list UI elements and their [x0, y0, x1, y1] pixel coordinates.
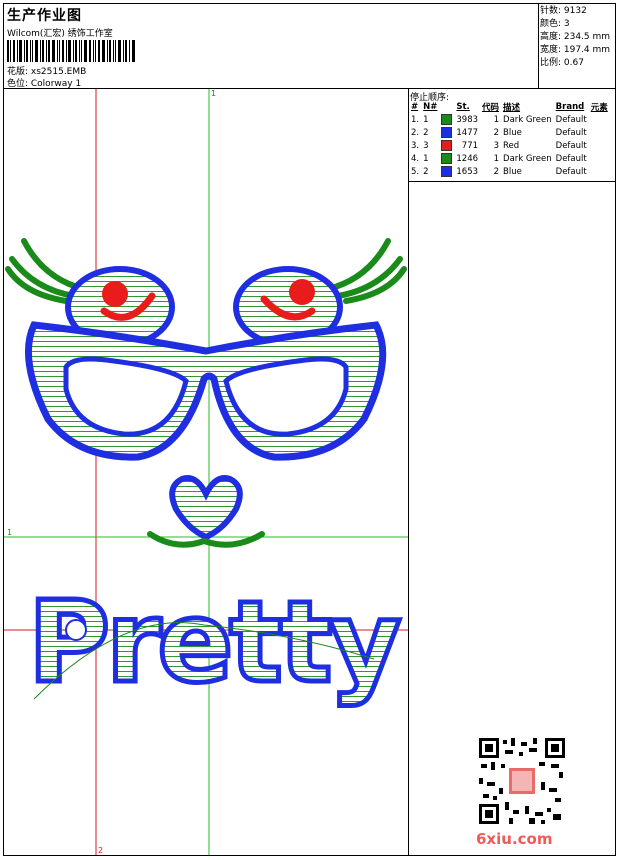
cell-desc: Dark Green — [503, 114, 552, 125]
design-canvas: 1 1 2 2 Pretty — [4, 89, 408, 855]
col-n: N# — [423, 102, 438, 112]
header-divider — [538, 4, 539, 88]
cell-st: 1653 — [456, 166, 479, 177]
stop-sequence-table: # N# St. 代码 描述 Brand 元素 1. 1 3983 1 Dark Gre… — [409, 101, 610, 178]
cell-n: 1 — [423, 114, 429, 125]
panel-divider — [408, 89, 409, 855]
cell-element — [589, 113, 610, 126]
color-swatch — [441, 140, 453, 151]
cell-st: 1477 — [456, 127, 479, 138]
stat-stitches: 针数: 9132 — [540, 6, 587, 16]
cell-code: 1 — [493, 153, 500, 164]
cell-idx: 2. — [411, 127, 420, 138]
design-stats: 针数: 9132 颜色: 3 高度: 234.5 mm 宽度: 197.4 mm… — [540, 5, 614, 70]
header-info: 生产作业图 Wilcom(汇宏) 绣饰工作室 花版: xs2515.EMB 色位… — [4, 4, 538, 89]
stop-row: 2. 2 1477 2 Blue Default — [409, 126, 610, 139]
cell-brand: Default — [555, 140, 587, 151]
col-swatch — [439, 101, 454, 113]
stat-scale: 比例: 0.67 — [540, 58, 584, 68]
cell-swatch — [439, 152, 454, 165]
stat-width: 宽度: 197.4 mm — [540, 45, 611, 55]
cell-swatch — [439, 113, 454, 126]
col-element: 元素 — [590, 103, 608, 113]
pretty-text: Pretty — [28, 578, 399, 708]
cell-desc: Dark Green — [503, 153, 552, 164]
cell-swatch — [439, 165, 454, 178]
cell-idx: 1. — [411, 114, 420, 125]
cell-swatch — [439, 139, 454, 152]
cell-desc: Blue — [503, 166, 522, 177]
cell-n: 2 — [423, 166, 429, 177]
cell-idx: 3. — [411, 140, 420, 151]
cell-element — [589, 165, 610, 178]
cell-code: 3 — [493, 140, 500, 151]
col-brand: Brand — [555, 102, 585, 112]
watermark-part1: 6xiu — [476, 830, 512, 848]
barcode — [7, 40, 135, 62]
color-swatch — [441, 114, 453, 125]
cell-desc: Blue — [503, 127, 522, 138]
stop-row: 4. 1 1246 1 Dark Green Default — [409, 152, 610, 165]
stop-row: 1. 1 3983 1 Dark Green Default — [409, 113, 610, 126]
company-name: Wilcom(汇宏) 绣饰工作室 — [7, 29, 113, 39]
cell-swatch — [439, 126, 454, 139]
cell-code: 1 — [493, 114, 500, 125]
guide-label-v-red: 2 — [98, 846, 103, 855]
cell-st: 3983 — [456, 114, 479, 125]
pretty-lettering: Pretty — [26, 576, 406, 711]
cell-brand: Default — [555, 127, 587, 138]
stat-colors: 颜色: 3 — [540, 19, 570, 29]
color-swatch — [441, 127, 453, 138]
cell-code: 2 — [493, 166, 500, 177]
cell-brand: Default — [555, 153, 587, 164]
cell-st: 1246 — [456, 153, 479, 164]
glasses — [24, 321, 387, 461]
stat-height: 高度: 234.5 mm — [540, 32, 611, 42]
cell-n: 1 — [423, 153, 429, 164]
cell-brand: Default — [555, 114, 587, 125]
cell-st: 771 — [461, 140, 479, 151]
heart-nose — [169, 475, 243, 541]
cell-idx: 4. — [411, 153, 420, 164]
cell-element — [589, 139, 610, 152]
cell-element — [589, 152, 610, 165]
stop-row: 3. 3 771 3 Red Default — [409, 139, 610, 152]
col-desc: 描述 — [503, 103, 521, 113]
color-swatch — [441, 153, 453, 164]
sheet-title: 生产作业图 — [7, 8, 82, 24]
col-code: 代码 — [482, 103, 500, 113]
guide-label-h-green: 1 — [7, 528, 12, 537]
col-st: St. — [456, 102, 470, 112]
watermark-part2: .com — [511, 830, 553, 848]
stop-row: 5. 2 1653 2 Blue Default — [409, 165, 610, 178]
cell-brand: Default — [555, 166, 587, 177]
col-idx: # — [411, 102, 419, 112]
cell-n: 3 — [423, 140, 429, 151]
cell-code: 2 — [493, 127, 500, 138]
guide-label-v-green: 1 — [211, 89, 216, 98]
cell-idx: 5. — [411, 166, 420, 177]
cell-element — [589, 126, 610, 139]
stop-table-header: # N# St. 代码 描述 Brand 元素 — [409, 101, 610, 113]
color-swatch — [441, 166, 453, 177]
cell-desc: Red — [503, 140, 520, 151]
table-bottom-rule — [409, 181, 615, 182]
watermark: 6xiu.com — [476, 830, 552, 848]
qr-code — [479, 738, 565, 824]
cell-n: 2 — [423, 127, 429, 138]
